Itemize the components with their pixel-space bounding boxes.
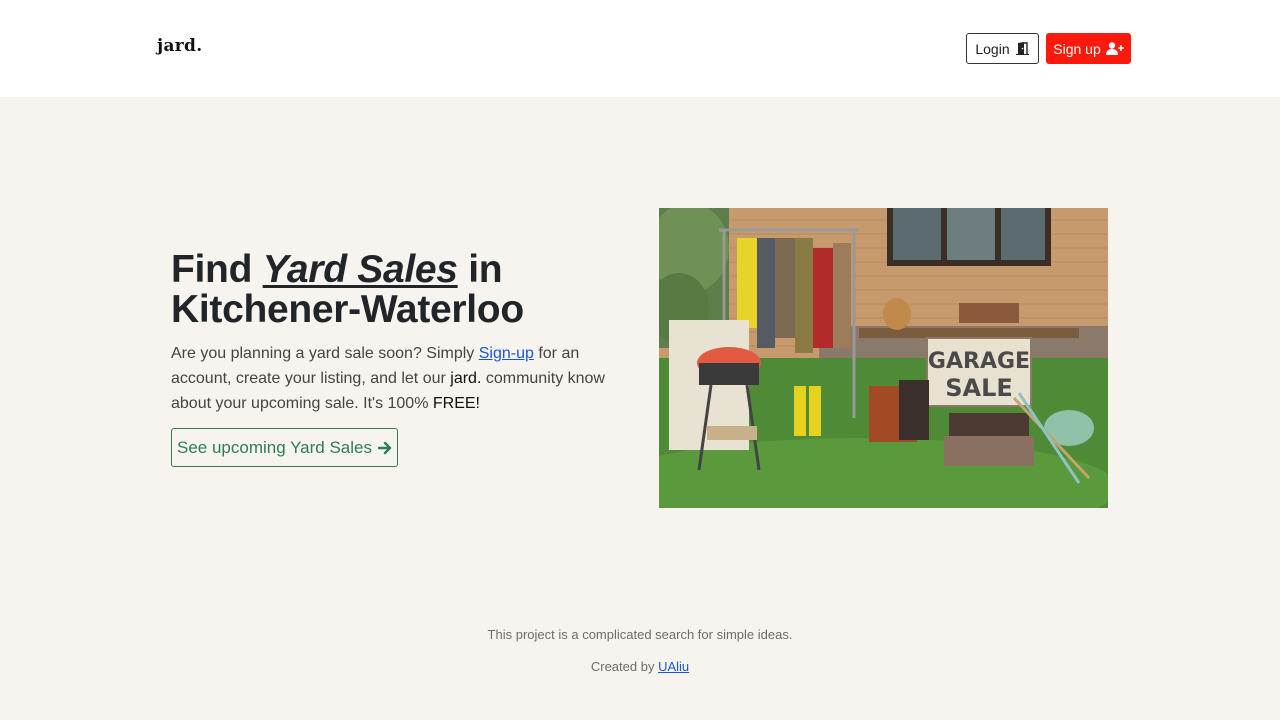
signup-button[interactable]: Sign up <box>1046 33 1131 64</box>
login-button[interactable]: Login <box>966 33 1039 64</box>
sign-line-garage: GARAGE <box>928 349 1030 374</box>
hero-description: Are you planning a yard sale soon? Simpl… <box>171 341 611 416</box>
title-in: in <box>468 248 503 291</box>
signup-link[interactable]: Sign-up <box>479 345 534 362</box>
cta-label: See upcoming Yard Sales <box>177 437 372 457</box>
login-label: Login <box>975 40 1010 57</box>
arrow-right-icon <box>378 441 392 455</box>
brand-logo[interactable]: jard. <box>157 36 202 56</box>
hero-brand-mention: jard. <box>450 370 482 387</box>
footer-tagline: This project is a complicated search for… <box>487 627 793 642</box>
title-find: Find <box>171 248 253 291</box>
title-emphasis: Yard Sales <box>262 248 458 291</box>
see-yard-sales-button[interactable]: See upcoming Yard Sales <box>171 428 398 467</box>
garage-sale-photo: GARAGE SALE <box>659 208 1108 508</box>
title-city: Kitchener-Waterloo <box>171 288 524 331</box>
hero-title: Find Yard Sales in Kitchener-Waterloo <box>171 250 621 330</box>
hero-text-part: Are you planning a yard sale soon? Simpl… <box>171 345 479 362</box>
author-link[interactable]: UAliu <box>658 659 689 674</box>
hero-free-label: FREE! <box>432 395 480 412</box>
sign-line-sale: SALE <box>945 374 1013 402</box>
footer-credit: Created by UAliu <box>0 659 1280 674</box>
navbar: jard. Login Sign up <box>0 0 1280 97</box>
signup-label: Sign up <box>1053 40 1101 57</box>
door-open-icon <box>1015 42 1030 55</box>
footer-created-by: Created by <box>590 659 659 674</box>
user-plus-icon <box>1105 42 1124 55</box>
